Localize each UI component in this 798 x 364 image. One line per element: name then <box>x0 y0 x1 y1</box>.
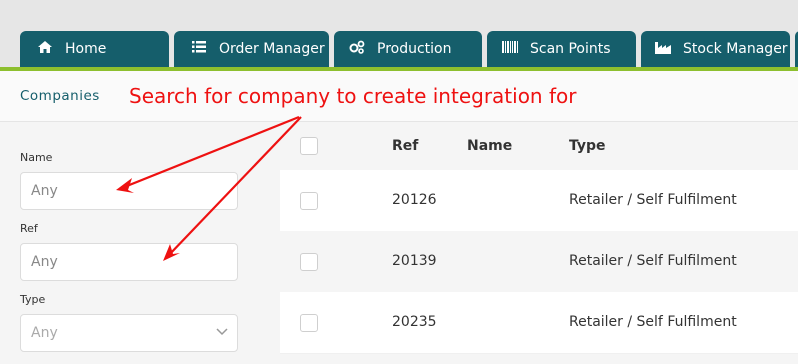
breadcrumb[interactable]: Companies <box>20 88 100 104</box>
select-all-checkbox[interactable] <box>300 137 318 155</box>
row-ref: 20126 <box>392 192 437 208</box>
header-ref[interactable]: Ref <box>392 138 418 154</box>
tab-stock-manager[interactable]: Stock Manager <box>641 31 790 67</box>
tab-label: Production <box>377 41 452 57</box>
row-checkbox[interactable] <box>300 314 318 332</box>
gears-icon <box>349 40 365 58</box>
name-label: Name <box>20 151 53 164</box>
table-row[interactable]: 20126 Retailer / Self Fulfilment <box>280 170 798 232</box>
barcode-icon <box>502 41 518 57</box>
type-label: Type <box>20 293 46 306</box>
row-ref: 20235 <box>392 314 437 330</box>
factory-icon <box>655 41 671 58</box>
tab-label: Scan Points <box>530 41 611 57</box>
annotation-text: Search for company to create integration… <box>129 84 577 108</box>
row-checkbox[interactable] <box>300 253 318 271</box>
list-icon <box>191 41 207 57</box>
ref-label: Ref <box>20 222 38 235</box>
ref-input[interactable]: Any <box>20 243 238 281</box>
table-header: Ref Name Type <box>280 122 798 170</box>
table-row[interactable]: 20139 Retailer / Self Fulfilment <box>280 231 798 293</box>
filter-panel: Name Any Ref Any Type Any <box>0 122 280 364</box>
row-type: Retailer / Self Fulfilment <box>569 314 737 330</box>
row-type: Retailer / Self Fulfilment <box>569 253 737 269</box>
tab-label: Order Manager <box>219 41 325 57</box>
tab-label: Stock Manager <box>683 41 788 57</box>
name-placeholder: Any <box>31 183 58 199</box>
companies-table: Ref Name Type 20126 Retailer / Self Fulf… <box>280 122 798 364</box>
type-select[interactable]: Any <box>20 314 238 352</box>
tab-production[interactable]: Production <box>334 31 482 67</box>
tab-home[interactable]: Home <box>20 31 169 67</box>
header-name[interactable]: Name <box>467 138 512 154</box>
header-type[interactable]: Type <box>569 138 606 154</box>
row-type: Retailer / Self Fulfilment <box>569 192 737 208</box>
table-row[interactable]: 20235 Retailer / Self Fulfilment <box>280 292 798 354</box>
type-value: Any <box>31 325 58 341</box>
tab-label: Home <box>65 41 107 57</box>
ref-placeholder: Any <box>31 254 58 270</box>
tab-scan-points[interactable]: Scan Points <box>487 31 636 67</box>
tab-order-manager[interactable]: Order Manager <box>174 31 329 67</box>
row-ref: 20139 <box>392 253 437 269</box>
home-icon <box>37 41 53 57</box>
row-checkbox[interactable] <box>300 192 318 210</box>
chevron-down-icon <box>216 328 228 336</box>
name-input[interactable]: Any <box>20 172 238 210</box>
top-nav: Home Order Manager Production Scan Point… <box>0 0 798 67</box>
